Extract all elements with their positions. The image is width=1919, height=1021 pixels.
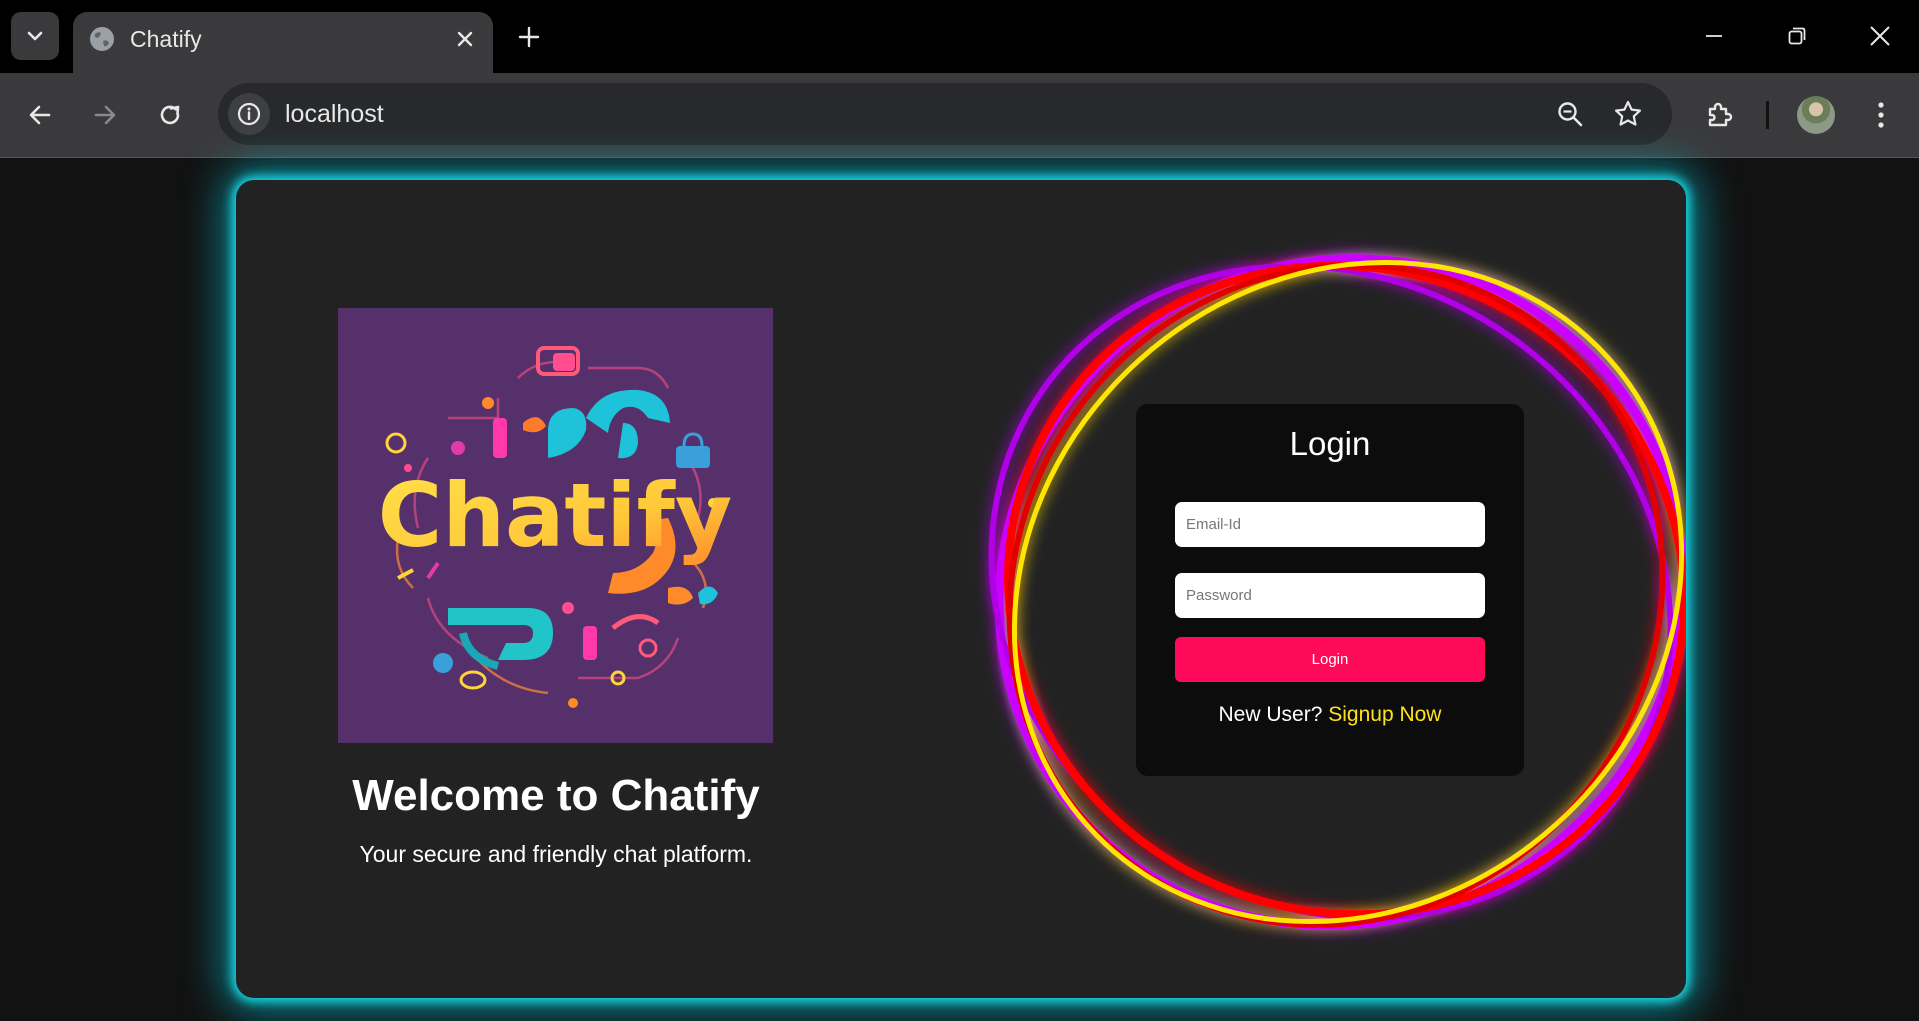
- back-icon: [29, 105, 51, 125]
- page-viewport: Chatify Welcome to Chatify Your secure a…: [0, 158, 1919, 1021]
- minimize-icon: [1706, 35, 1722, 37]
- extensions-button[interactable]: [1699, 94, 1741, 136]
- email-input[interactable]: [1175, 502, 1485, 547]
- minimize-button[interactable]: [1693, 16, 1735, 56]
- restore-button[interactable]: [1776, 16, 1818, 56]
- extensions-icon: [1708, 102, 1733, 127]
- login-form: Login Login New User? Signup Now: [1136, 404, 1524, 776]
- close-icon: [457, 31, 473, 47]
- logo-wordmark: Chatify: [378, 464, 733, 567]
- browser-tab[interactable]: Chatify: [73, 12, 493, 73]
- auth-card: Chatify Welcome to Chatify Your secure a…: [236, 180, 1686, 998]
- tab-title: Chatify: [130, 26, 202, 52]
- browser-toolbar: localhost: [0, 73, 1919, 158]
- restore-icon: [1788, 27, 1806, 45]
- title-bar: Chatify: [0, 0, 1919, 73]
- chevron-down-icon: [27, 31, 43, 41]
- profile-avatar[interactable]: [1797, 96, 1835, 134]
- new-user-text: New User?: [1218, 703, 1323, 726]
- globe-icon: [90, 27, 114, 51]
- site-info-button[interactable]: [228, 93, 270, 135]
- forward-icon: [94, 105, 116, 125]
- signup-prompt: New User? Signup Now: [1136, 702, 1524, 728]
- star-icon: [1614, 100, 1642, 126]
- tab-search-button[interactable]: [11, 12, 59, 60]
- menu-icon: [1878, 102, 1884, 128]
- close-icon: [1870, 26, 1890, 46]
- chatify-logo: Chatify: [338, 308, 773, 743]
- close-window-button[interactable]: [1859, 16, 1901, 56]
- login-heading: Login: [1289, 425, 1371, 462]
- url-text[interactable]: localhost: [285, 100, 384, 128]
- toolbar-divider: [1766, 101, 1769, 129]
- logo-artwork: Chatify: [378, 346, 733, 708]
- login-button[interactable]: Login: [1175, 637, 1485, 682]
- tab-close-button[interactable]: [451, 25, 479, 53]
- zoom-button[interactable]: [1552, 96, 1588, 132]
- welcome-subtitle: Your secure and friendly chat platform.: [359, 841, 753, 867]
- forward-button[interactable]: [84, 94, 126, 136]
- bookmark-button[interactable]: [1610, 96, 1646, 132]
- browser-menu-button[interactable]: [1860, 94, 1902, 136]
- info-icon: [237, 102, 261, 126]
- password-input[interactable]: [1175, 573, 1485, 618]
- welcome-title: Welcome to Chatify: [352, 771, 760, 820]
- new-tab-button[interactable]: [512, 20, 546, 54]
- back-button[interactable]: [19, 94, 61, 136]
- reload-button[interactable]: [149, 94, 191, 136]
- reload-icon: [160, 105, 180, 125]
- signup-link[interactable]: Signup Now: [1328, 703, 1441, 726]
- address-bar[interactable]: localhost: [218, 83, 1672, 145]
- zoom-out-icon: [1558, 102, 1583, 127]
- plus-icon: [518, 26, 540, 48]
